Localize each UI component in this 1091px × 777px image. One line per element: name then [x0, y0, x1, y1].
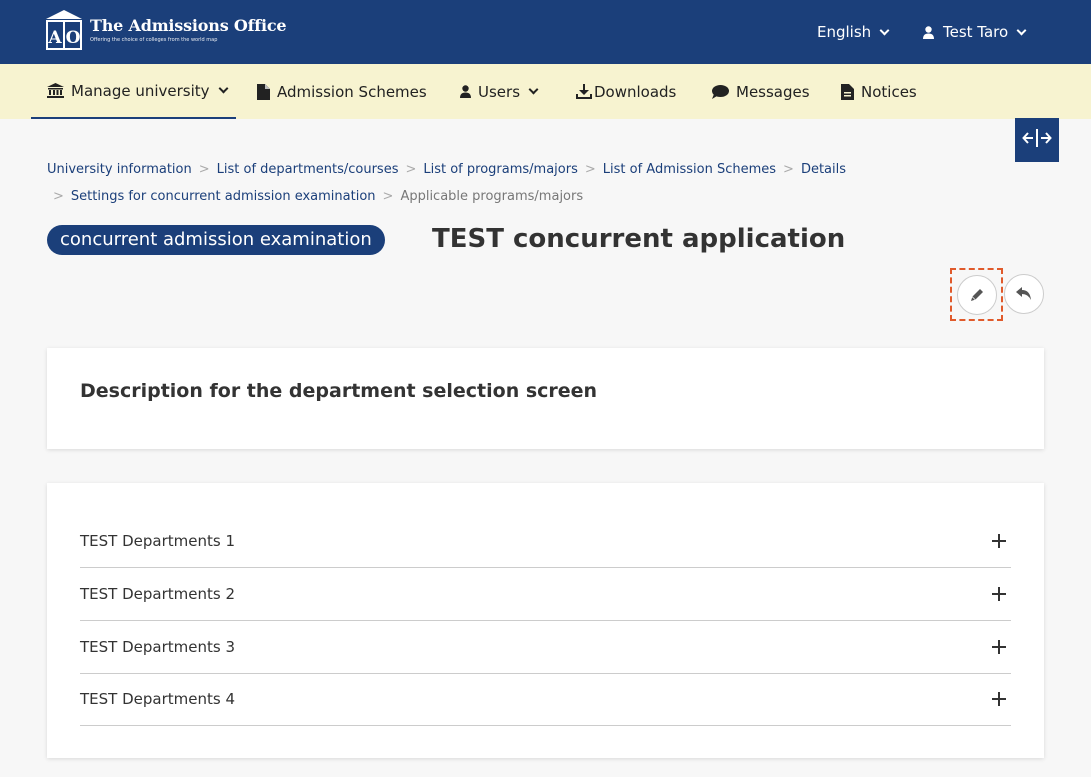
- top-header: A O The Admissions Office Offering the c…: [0, 0, 1091, 64]
- departments-card: TEST Departments 1 TEST Departments 2 TE…: [47, 483, 1044, 758]
- download-icon: [576, 84, 592, 99]
- breadcrumb-separator: >: [382, 189, 394, 204]
- department-row[interactable]: TEST Departments 2: [80, 568, 1011, 621]
- page-title: TEST concurrent application: [432, 224, 846, 254]
- main-nav: Manage university Admission Schemes User…: [0, 64, 1091, 119]
- department-row[interactable]: TEST Departments 3: [80, 621, 1011, 674]
- breadcrumb-concurrent-settings[interactable]: Settings for concurrent admission examin…: [71, 189, 376, 204]
- breadcrumb-details[interactable]: Details: [801, 162, 846, 177]
- nav-users[interactable]: Users: [460, 64, 539, 119]
- back-button[interactable]: [1004, 274, 1044, 314]
- description-card: Description for the department selection…: [47, 348, 1044, 449]
- nav-label: Admission Schemes: [277, 82, 427, 101]
- department-label: TEST Departments 4: [80, 690, 235, 708]
- department-row[interactable]: TEST Departments 4: [80, 673, 1011, 726]
- chevron-down-icon: [218, 83, 228, 94]
- logo-title: The Admissions Office: [90, 16, 287, 35]
- description-heading: Description for the department selection…: [80, 380, 598, 402]
- nav-label: Messages: [736, 82, 810, 101]
- reply-arrow-icon: [1016, 285, 1032, 304]
- plus-icon[interactable]: [992, 534, 1006, 548]
- document-icon: [257, 83, 270, 100]
- pencil-icon: [970, 286, 984, 305]
- user-icon: [923, 25, 934, 39]
- nav-label: Notices: [861, 82, 917, 101]
- breadcrumb-university-information[interactable]: University information: [47, 162, 192, 177]
- chat-icon: [712, 84, 729, 99]
- logo-subtitle: Offering the choice of colleges from the…: [90, 37, 218, 43]
- plus-icon[interactable]: [992, 640, 1006, 654]
- breadcrumb-separator: >: [783, 162, 794, 177]
- logo-letter-a: A: [47, 28, 62, 48]
- breadcrumb-admission-schemes[interactable]: List of Admission Schemes: [603, 162, 776, 177]
- breadcrumb-separator: >: [53, 189, 64, 204]
- nav-label: Users: [478, 82, 521, 101]
- sidebar-toggle-button[interactable]: [1015, 118, 1059, 162]
- edit-button[interactable]: [957, 275, 997, 315]
- breadcrumb-separator: >: [198, 162, 210, 177]
- language-selector[interactable]: English: [817, 0, 890, 64]
- nav-downloads[interactable]: Downloads: [576, 64, 676, 119]
- university-icon: [47, 83, 64, 98]
- department-row[interactable]: TEST Departments 1: [80, 515, 1011, 568]
- plus-icon[interactable]: [992, 587, 1006, 601]
- nav-label: Downloads: [594, 82, 677, 101]
- chevron-down-icon: [1016, 25, 1027, 35]
- nav-label: Manage university: [71, 81, 210, 100]
- nav-admission-schemes[interactable]: Admission Schemes: [257, 64, 427, 119]
- breadcrumb-programs[interactable]: List of programs/majors: [423, 162, 577, 177]
- department-label: TEST Departments 1: [80, 532, 235, 550]
- site-logo[interactable]: A O The Admissions Office Offering the c…: [46, 10, 287, 50]
- notice-icon: [841, 83, 854, 100]
- language-label: English: [817, 23, 872, 41]
- breadcrumb-current: Applicable programs/majors: [400, 189, 584, 204]
- chevron-down-icon: [879, 25, 890, 35]
- logo-mark-icon: A O: [46, 10, 82, 50]
- user-icon: [460, 85, 471, 98]
- nav-messages[interactable]: Messages: [712, 64, 810, 119]
- user-menu[interactable]: Test Taro: [923, 0, 1027, 64]
- scheme-type-badge: concurrent admission examination: [47, 225, 385, 255]
- breadcrumb-separator: >: [584, 162, 596, 177]
- breadcrumb-separator: >: [405, 162, 417, 177]
- breadcrumb: University information > List of departmen…: [47, 156, 907, 210]
- logo-letter-o: O: [66, 28, 81, 48]
- user-name: Test Taro: [943, 23, 1009, 41]
- chevron-down-icon: [528, 84, 539, 95]
- breadcrumb-departments[interactable]: List of departments/courses: [217, 162, 399, 177]
- department-label: TEST Departments 2: [80, 585, 235, 603]
- nav-notices[interactable]: Notices: [841, 64, 917, 119]
- department-label: TEST Departments 3: [80, 638, 235, 656]
- nav-manage-university[interactable]: Manage university: [31, 64, 236, 119]
- expand-horizontal-icon: [1022, 128, 1052, 152]
- plus-icon[interactable]: [992, 692, 1006, 706]
